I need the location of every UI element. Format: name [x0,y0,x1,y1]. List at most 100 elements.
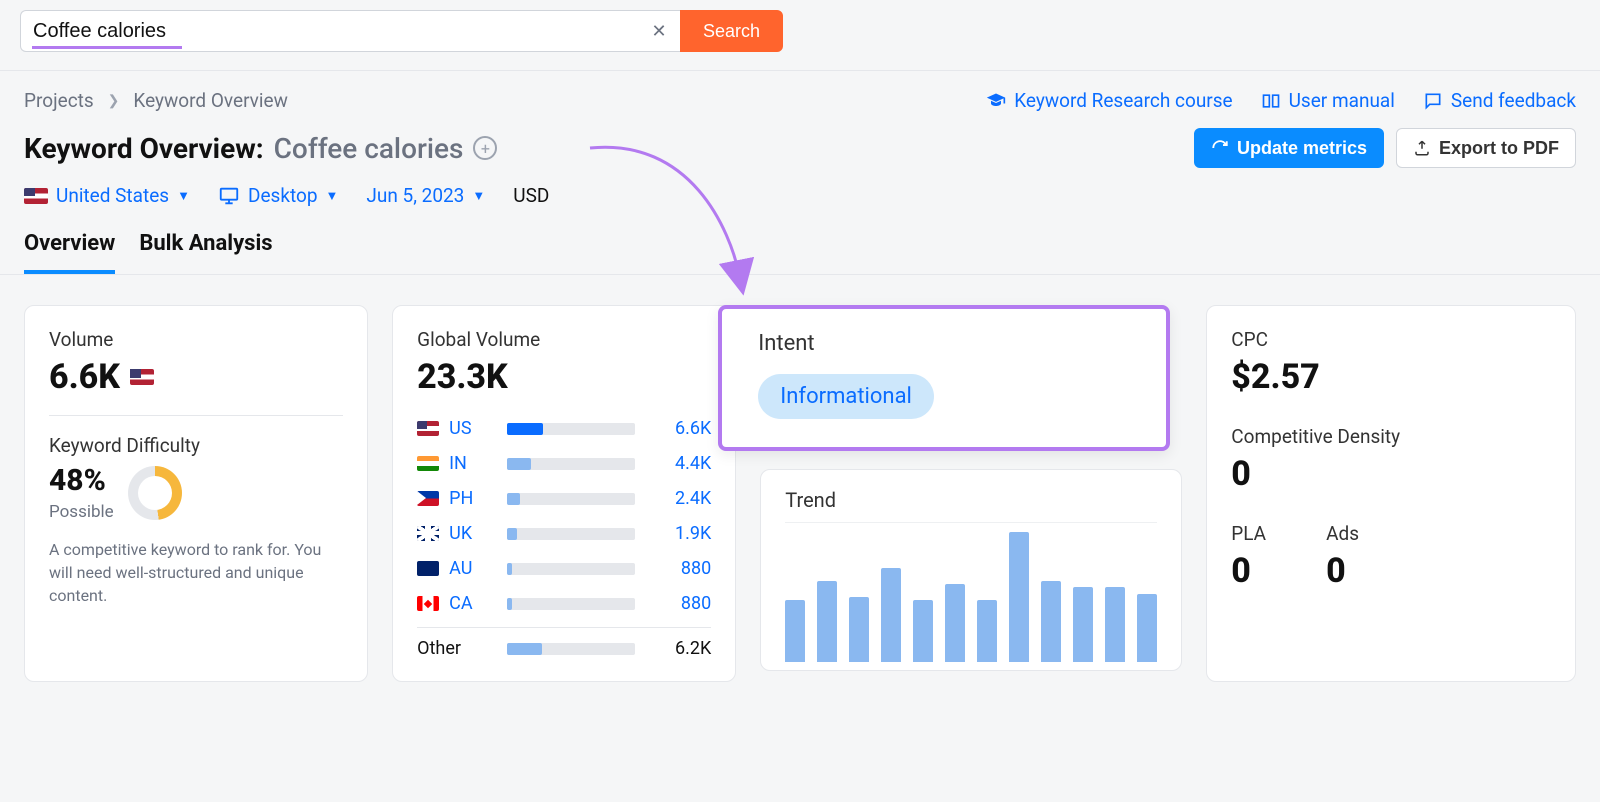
filter-country[interactable]: United States ▼ [24,184,190,207]
chevron-right-icon: ❯ [108,93,120,109]
kd-donut-icon [128,466,182,520]
country-bar [507,598,635,610]
trend-bar [977,600,997,662]
kd-label: Keyword Difficulty [49,434,343,457]
cpc-label: CPC [1231,328,1551,351]
trend-bar [1041,581,1061,662]
title-actions: Update metrics Export to PDF [1194,128,1576,168]
country-list: US6.6K IN 4.4K PH 2.4K UK1.9KAU880CA880 [417,411,711,621]
ads-value: 0 [1326,551,1359,591]
country-bar [507,423,635,435]
country-code: PH [449,488,485,509]
trend-bar [1009,532,1029,662]
flag-icon [417,456,439,471]
country-bar [507,563,635,575]
chevron-down-icon: ▼ [177,188,190,204]
filters: United States ▼ Desktop ▼ Jun 5, 2023 ▼ … [0,178,1600,223]
search-bar: ✕ Search [0,0,1600,71]
tabs: Overview Bulk Analysis [0,223,1600,275]
filter-date[interactable]: Jun 5, 2023 ▼ [366,184,485,207]
filter-currency-label: USD [513,184,549,207]
card-global-volume: Global Volume 23.3K US6.6K IN 4.4K PH 2.4K UK… [392,305,736,682]
trend-bar [1137,594,1157,662]
divider [49,415,343,416]
export-icon [1413,139,1431,157]
header-links: Keyword Research course User manual Send… [986,89,1576,112]
country-code: UK [449,523,485,544]
country-code: CA [449,593,485,614]
kd-rating: Possible [49,502,114,522]
export-pdf-button[interactable]: Export to PDF [1396,128,1576,168]
volume-value: 6.6K [49,357,120,397]
us-flag-icon [24,188,48,204]
search-input-wrap: ✕ [20,10,680,52]
filter-date-label: Jun 5, 2023 [366,184,464,207]
export-label: Export to PDF [1439,138,1559,159]
link-course-label: Keyword Research course [1014,89,1232,112]
update-metrics-button[interactable]: Update metrics [1194,128,1384,168]
trend-chart [785,522,1157,662]
country-row-ca[interactable]: CA880 [417,586,711,621]
ads-label: Ads [1326,522,1359,545]
intent-pill[interactable]: Informational [758,374,934,419]
country-value: 4.4K [657,453,711,474]
breadcrumb-root[interactable]: Projects [24,89,94,112]
trend-bar [1105,587,1125,662]
page-title: Keyword Overview: Coffee calories + [24,132,497,165]
country-value: 2.4K [657,488,711,509]
country-bar [507,528,635,540]
trend-bar [945,584,965,662]
global-value: 23.3K [417,357,711,397]
breadcrumb-current: Keyword Overview [133,89,287,112]
flag-icon [417,561,439,576]
other-bar [507,643,635,655]
link-feedback-label: Send feedback [1451,89,1576,112]
intent-label: Intent [758,331,1130,356]
country-bar [507,458,635,470]
card-intent: Intent Informational [718,305,1170,451]
tab-bulk[interactable]: Bulk Analysis [139,223,272,274]
card-volume-kd: Volume 6.6K Keyword Difficulty 48% Possi… [24,305,368,682]
search-button[interactable]: Search [680,10,783,52]
filter-device-label: Desktop [248,184,318,207]
breadcrumb: Projects ❯ Keyword Overview [24,89,288,112]
country-row-uk[interactable]: UK1.9K [417,516,711,551]
tab-overview[interactable]: Overview [24,223,115,274]
global-label: Global Volume [417,328,711,351]
flag-icon [417,596,439,611]
other-label: Other [417,638,485,659]
chat-icon [1423,91,1443,111]
link-manual[interactable]: User manual [1261,89,1395,112]
update-label: Update metrics [1237,138,1367,159]
link-course[interactable]: Keyword Research course [986,89,1232,112]
chevron-down-icon: ▼ [325,188,338,204]
country-row-ph[interactable]: PH 2.4K [417,481,711,516]
graduation-cap-icon [986,91,1006,111]
refresh-icon [1211,139,1229,157]
filter-device[interactable]: Desktop ▼ [218,184,338,207]
link-feedback[interactable]: Send feedback [1423,89,1576,112]
desktop-icon [218,185,240,207]
chevron-down-icon: ▼ [472,188,485,204]
country-code: IN [449,453,485,474]
metrics-grid: Volume 6.6K Keyword Difficulty 48% Possi… [0,275,1600,712]
us-flag-icon [130,369,154,385]
country-row-au[interactable]: AU880 [417,551,711,586]
country-value: 6.6K [657,418,711,439]
card-trend: Trend [760,469,1182,671]
country-code: AU [449,558,485,579]
kd-description: A competitive keyword to rank for. You w… [49,538,343,608]
trend-bar [913,600,933,662]
book-icon [1261,91,1281,111]
filter-country-label: United States [56,184,169,207]
country-row-in[interactable]: IN 4.4K [417,446,711,481]
clear-icon[interactable]: ✕ [648,20,670,42]
country-row-us[interactable]: US6.6K [417,411,711,446]
link-manual-label: User manual [1289,89,1395,112]
col-intent-trend: Intent Informational Trend [760,305,1182,682]
trend-bar [785,600,805,662]
add-keyword-icon[interactable]: + [473,136,497,160]
flag-icon [417,491,439,506]
trend-bar [1073,587,1093,662]
flag-icon [417,526,439,541]
